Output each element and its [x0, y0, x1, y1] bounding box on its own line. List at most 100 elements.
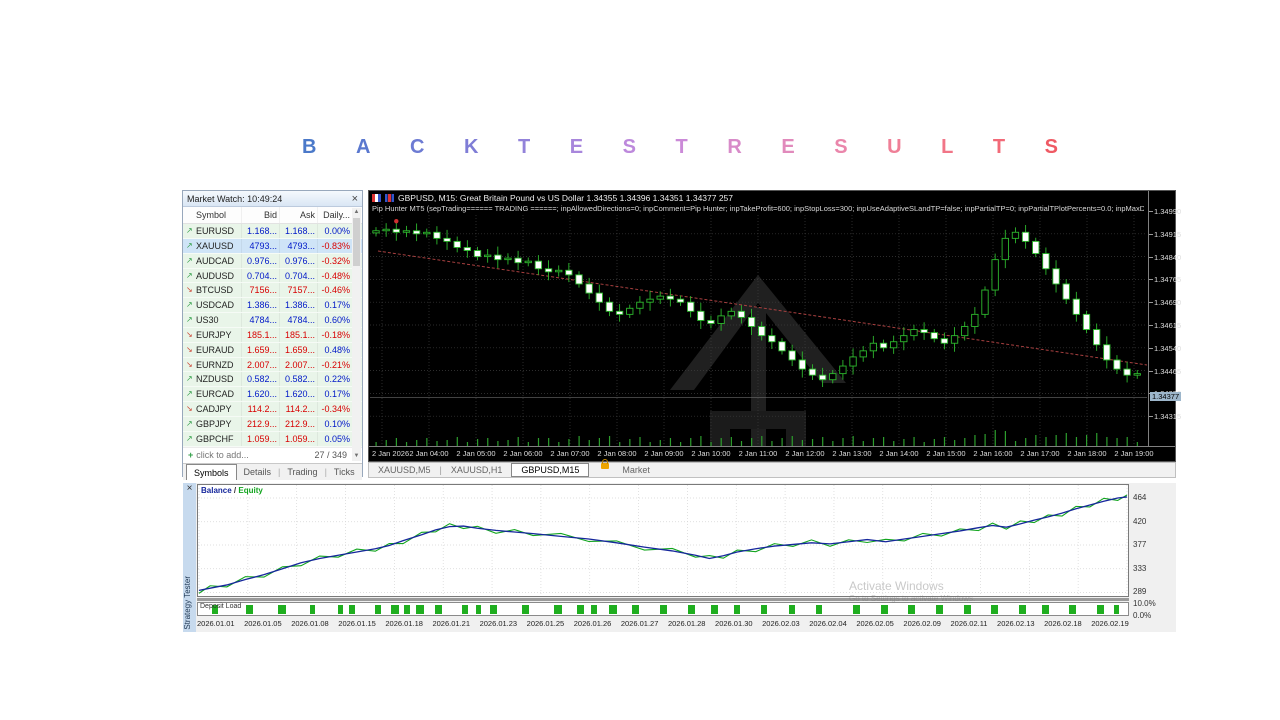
- market-tab[interactable]: Market: [613, 463, 659, 477]
- symbol-row[interactable]: ↗ AUDCAD 0.976... 0.976... -0.32%: [183, 253, 362, 269]
- scrollbar[interactable]: ▲ ▼: [352, 208, 361, 461]
- scroll-down-icon[interactable]: ▼: [352, 452, 361, 461]
- time-axis-separator: [369, 446, 1175, 447]
- bear-candle: [666, 295, 674, 300]
- symbol-row[interactable]: ↗ US30 4784... 4784... 0.60%: [183, 313, 362, 328]
- price-tick: [1149, 370, 1153, 372]
- add-symbol-label[interactable]: click to add...: [196, 448, 249, 463]
- symbol-name: XAUUSD: [196, 240, 234, 251]
- price-tick: [1149, 256, 1153, 258]
- tab-symbols[interactable]: Symbols: [186, 464, 237, 480]
- date-label: 2026.01.01: [197, 619, 235, 628]
- column-ask[interactable]: Ask: [279, 207, 317, 223]
- symbol-row[interactable]: ↘ EURAUD 1.659... 1.659... 0.48%: [183, 342, 362, 358]
- title-letter: T: [992, 136, 1006, 158]
- tab-details[interactable]: Details: [237, 464, 279, 480]
- price-tick: [1149, 325, 1153, 326]
- bear-candle: [585, 283, 593, 294]
- scrollbar-thumb[interactable]: [353, 218, 360, 266]
- arrow-up-icon: ↗: [186, 255, 193, 265]
- deposit-bar: [349, 605, 356, 614]
- chart-info-line: GBPUSD, M15: Great Britain Pound vs US D…: [372, 193, 733, 203]
- symbol-flag-icon: [372, 194, 381, 202]
- title-letter: K: [464, 136, 479, 158]
- balance-graph[interactable]: Balance / Equity: [197, 484, 1129, 597]
- tester-vertical-tab[interactable]: Strategy Tester: [183, 576, 196, 630]
- graph-divider[interactable]: [197, 598, 1129, 601]
- daily-change: -0.34%: [317, 402, 352, 416]
- close-icon[interactable]: ×: [352, 193, 358, 204]
- time-label: 2 Jan 2026: [372, 449, 410, 458]
- ask-value: 0.582...: [279, 372, 317, 387]
- price-label: 1.34915: [1154, 229, 1182, 239]
- chart-tab-xauusd-h1[interactable]: XAUUSD,H1: [442, 463, 512, 477]
- daily-change: -0.46%: [317, 283, 352, 298]
- symbol-row[interactable]: ↘ EURJPY 185.1... 185.1... -0.18%: [183, 327, 362, 343]
- symbol-row[interactable]: ↗ XAUUSD 4793... 4793... -0.83%: [183, 238, 362, 254]
- candlestick-plot[interactable]: [370, 215, 1147, 446]
- price-tick: [1149, 416, 1153, 418]
- volume-bar: [791, 436, 793, 446]
- balance-line: [198, 496, 1128, 591]
- ask-value: 2.007...: [279, 357, 317, 372]
- bull-candle: [839, 365, 847, 375]
- arrow-up-icon: ↗: [186, 226, 193, 235]
- deposit-bar: [391, 605, 400, 614]
- bid-value: 7156...: [241, 283, 279, 298]
- daily-change: -0.32%: [317, 253, 352, 268]
- symbol-row[interactable]: ↘ BTCUSD 7156... 7157... -0.46%: [183, 283, 362, 299]
- bear-candle: [1042, 253, 1050, 270]
- volume-bar: [1045, 437, 1047, 446]
- bull-candle: [869, 342, 877, 352]
- bull-candle: [950, 335, 959, 344]
- bid-value: 1.620...: [241, 387, 279, 402]
- column-daily[interactable]: Daily...: [317, 207, 352, 223]
- symbol-count: 27 / 349: [314, 450, 347, 460]
- symbol-row[interactable]: ↗ EURUSD 1.168... 1.168... 0.00%: [183, 224, 362, 239]
- column-bid[interactable]: Bid: [241, 207, 279, 223]
- column-symbol[interactable]: Symbol: [196, 207, 241, 223]
- bull-candle: [402, 230, 411, 233]
- chart-tab-xauusd-m5[interactable]: XAUUSD,M5: [369, 463, 440, 477]
- time-label: 2 Jan 16:00: [973, 449, 1013, 458]
- deposit-bar: [278, 605, 287, 614]
- scroll-up-icon[interactable]: ▲: [352, 208, 361, 217]
- bull-candle: [971, 313, 979, 327]
- bid-value: 4784...: [241, 313, 279, 327]
- tab-ticks[interactable]: Ticks: [327, 464, 362, 480]
- date-label: 2026.01.21: [432, 619, 471, 628]
- volume-bar: [883, 437, 885, 446]
- symbol-row[interactable]: ↗ EURCAD 1.620... 1.620... 0.17%: [183, 387, 362, 403]
- bid-value: 2.007...: [241, 357, 279, 372]
- symbol-row[interactable]: ↗ USDCAD 1.386... 1.386... 0.17%: [183, 298, 362, 314]
- daily-change: 0.05%: [317, 431, 352, 446]
- tab-trading[interactable]: Trading: [280, 464, 324, 480]
- symbol-row[interactable]: ↗ AUDUSD 0.704... 0.704... -0.48%: [183, 268, 362, 284]
- deposit-bar: [462, 605, 469, 614]
- bear-candle: [1093, 329, 1101, 346]
- chart-window[interactable]: GBPUSD, M15: Great Britain Pound vs US D…: [368, 190, 1182, 462]
- date-label: 2026.01.28: [667, 619, 706, 628]
- add-symbol-icon[interactable]: +: [188, 448, 193, 463]
- tester-close-icon[interactable]: ×: [183, 483, 196, 495]
- legend-balance: Balance: [201, 486, 232, 495]
- arrow-up-icon: ↗: [186, 315, 193, 325]
- symbol-row[interactable]: ↘ CADJPY 114.2... 114.2... -0.34%: [183, 402, 362, 417]
- ask-value: 1.386...: [279, 298, 317, 313]
- symbol-row[interactable]: ↗ GBPCHF 1.059... 1.059... 0.05%: [183, 431, 362, 447]
- symbol-row[interactable]: ↗ GBPJPY 212.9... 212.9... 0.10%: [183, 416, 362, 432]
- date-label: 2026.01.25: [526, 619, 565, 628]
- symbol-row[interactable]: ↘ EURNZD 2.007... 2.007... -0.21%: [183, 357, 362, 373]
- chart-tab-gbpusd-m15[interactable]: GBPUSD,M15: [511, 463, 590, 477]
- volume-bar: [477, 439, 479, 446]
- title-letter: B: [302, 136, 317, 158]
- graph-date-axis: 2026.01.01 2026.01.05 2026.01.08 2026.01.15…: [197, 619, 1129, 628]
- symbol-row[interactable]: ↗ NZDUSD 0.582... 0.582... 0.22%: [183, 372, 362, 388]
- deposit-bar: [733, 605, 740, 614]
- volume-bar: [781, 438, 783, 446]
- ask-value: 1.620...: [279, 387, 317, 402]
- ask-value: 1.059...: [279, 431, 317, 446]
- bear-candle: [788, 350, 796, 361]
- y-axis-label: 464: [1133, 493, 1147, 502]
- volume-bar: [517, 437, 519, 446]
